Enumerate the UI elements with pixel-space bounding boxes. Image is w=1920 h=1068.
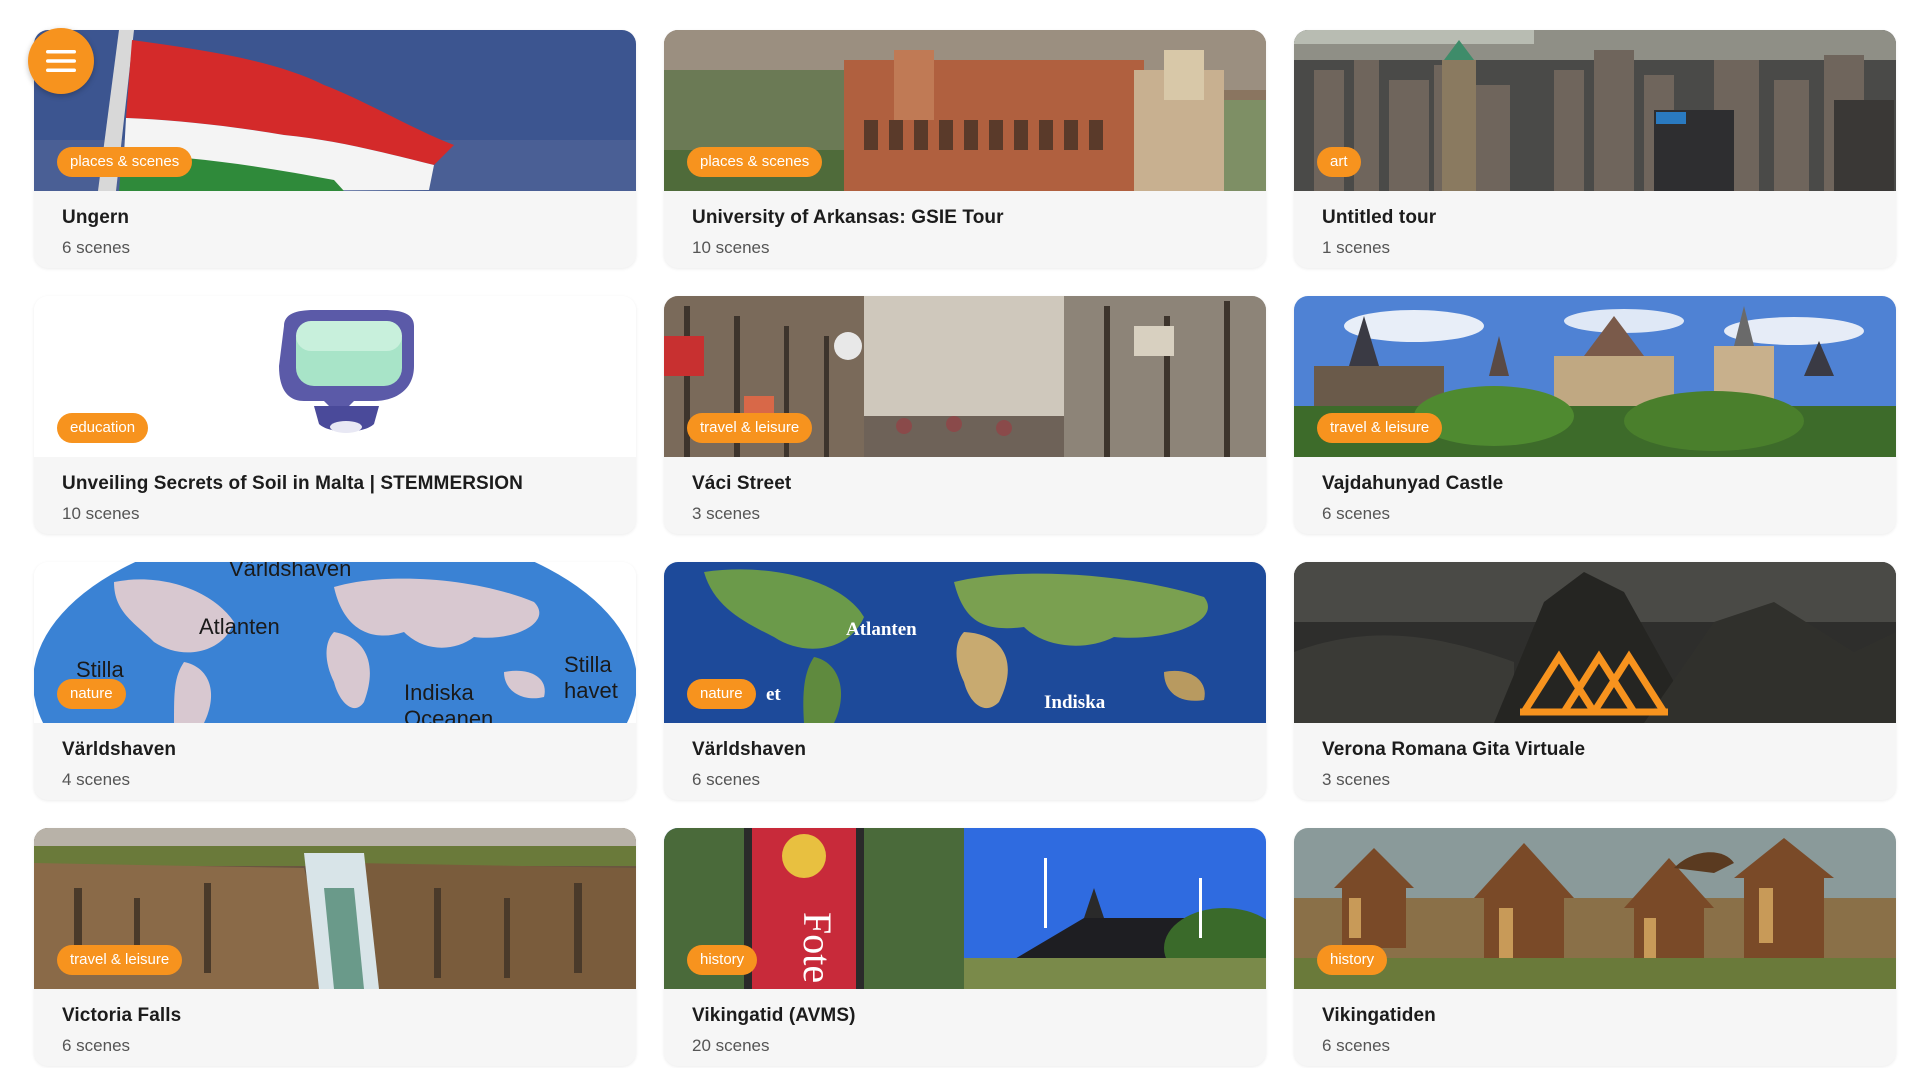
menu-button[interactable] [28, 28, 94, 94]
scene-count: 6 scenes [692, 770, 761, 789]
scene-count: 10 scenes [62, 504, 140, 523]
category-tag: travel & leisure [1317, 413, 1443, 443]
category-tag: travel & leisure [57, 945, 183, 975]
tour-card[interactable]: places & scenes Ungern 6 scenes [34, 30, 636, 268]
category-tag: history [687, 945, 758, 975]
scene-count: 6 scenes [1322, 1036, 1391, 1055]
map-label: et [766, 684, 781, 705]
tour-card[interactable]: nature Verona Romana Gita Virtuale 3 sce… [1294, 562, 1896, 800]
category-tag: nature [687, 679, 756, 709]
scene-count: 20 scenes [692, 1036, 770, 1055]
tour-title: Vikingatid (AVMS) [692, 1005, 856, 1026]
banner-text: Fote [795, 912, 840, 983]
tour-title: Världshaven [692, 739, 807, 760]
category-tag: history [1317, 945, 1388, 975]
map-label: Oceanen [404, 706, 493, 723]
tour-thumbnail: Världshaven Atlanten Stilla Indiska Stil… [34, 562, 636, 723]
tour-thumbnail: travel & leisure [664, 296, 1266, 457]
scene-count: 4 scenes [62, 770, 131, 789]
tour-title: University of Arkansas: GSIE Tour [692, 207, 1004, 228]
tour-card[interactable]: history Vikingatiden 6 scenes [1294, 828, 1896, 1066]
tour-card[interactable]: places & scenes University of Arkansas: … [664, 30, 1266, 268]
category-tag: places & scenes [57, 147, 193, 177]
tour-title: Untitled tour [1322, 207, 1437, 228]
tour-card[interactable]: Atlanten Indiska et nature Världshaven 6… [664, 562, 1266, 800]
tour-title: Verona Romana Gita Virtuale [1322, 739, 1586, 760]
tour-thumbnail: places & scenes [664, 30, 1266, 191]
scene-count: 6 scenes [62, 238, 131, 257]
tour-card[interactable]: education Unveiling Secrets of Soil in M… [34, 296, 636, 534]
tour-title: Vajdahunyad Castle [1322, 473, 1504, 494]
tour-card[interactable]: Världshaven Atlanten Stilla Indiska Stil… [34, 562, 636, 800]
map-label: Atlanten [846, 619, 917, 640]
scene-count: 6 scenes [1322, 504, 1391, 523]
map-label: Världshaven [229, 562, 351, 581]
tour-thumbnail: travel & leisure [34, 828, 636, 989]
tour-thumbnail: places & scenes [34, 30, 636, 191]
tour-thumbnail: travel & leisure [1294, 296, 1896, 457]
tour-thumbnail: education [34, 296, 636, 457]
tour-card[interactable]: travel & leisure Vajdahunyad Castle 6 sc… [1294, 296, 1896, 534]
scene-count: 6 scenes [62, 1036, 131, 1055]
tour-card[interactable]: Fote history Vikingatid (AVMS) 20 scenes [664, 828, 1266, 1066]
category-tag: education [57, 413, 149, 443]
map-label: Stilla [564, 652, 612, 677]
tour-title: Unveiling Secrets of Soil in Malta | STE… [62, 473, 523, 494]
tour-title: Victoria Falls [62, 1005, 182, 1026]
tour-thumbnail: art [1294, 30, 1896, 191]
tour-grid: places & scenes Ungern 6 scenes places &… [34, 30, 1896, 1066]
tour-thumbnail: history [1294, 828, 1896, 989]
hamburger-icon [46, 50, 76, 72]
tour-title: Ungern [62, 207, 130, 228]
map-label: Indiska [404, 680, 474, 705]
tour-thumbnail: Fote history [664, 828, 1266, 989]
scene-count: 10 scenes [692, 238, 770, 257]
tour-card[interactable]: travel & leisure Victoria Falls 6 scenes [34, 828, 636, 1066]
category-tag: places & scenes [687, 147, 823, 177]
scene-count: 3 scenes [692, 504, 761, 523]
category-tag: nature [57, 679, 126, 709]
map-label: Atlanten [199, 614, 280, 639]
tour-title: Vikingatiden [1322, 1005, 1436, 1026]
tour-title: Världshaven [62, 739, 177, 760]
category-tag: travel & leisure [687, 413, 813, 443]
category-tag: art [1317, 147, 1361, 177]
tour-title: Váci Street [692, 473, 792, 494]
tour-card[interactable]: travel & leisure Váci Street 3 scenes [664, 296, 1266, 534]
tour-thumbnail: nature [1294, 562, 1896, 723]
scene-count: 1 scenes [1322, 238, 1391, 257]
map-label: havet [564, 678, 618, 703]
scene-count: 3 scenes [1322, 770, 1391, 789]
tour-thumbnail: Atlanten Indiska et nature [664, 562, 1266, 723]
map-label: Indiska [1044, 692, 1106, 713]
tour-card[interactable]: art Untitled tour 1 scenes [1294, 30, 1896, 268]
